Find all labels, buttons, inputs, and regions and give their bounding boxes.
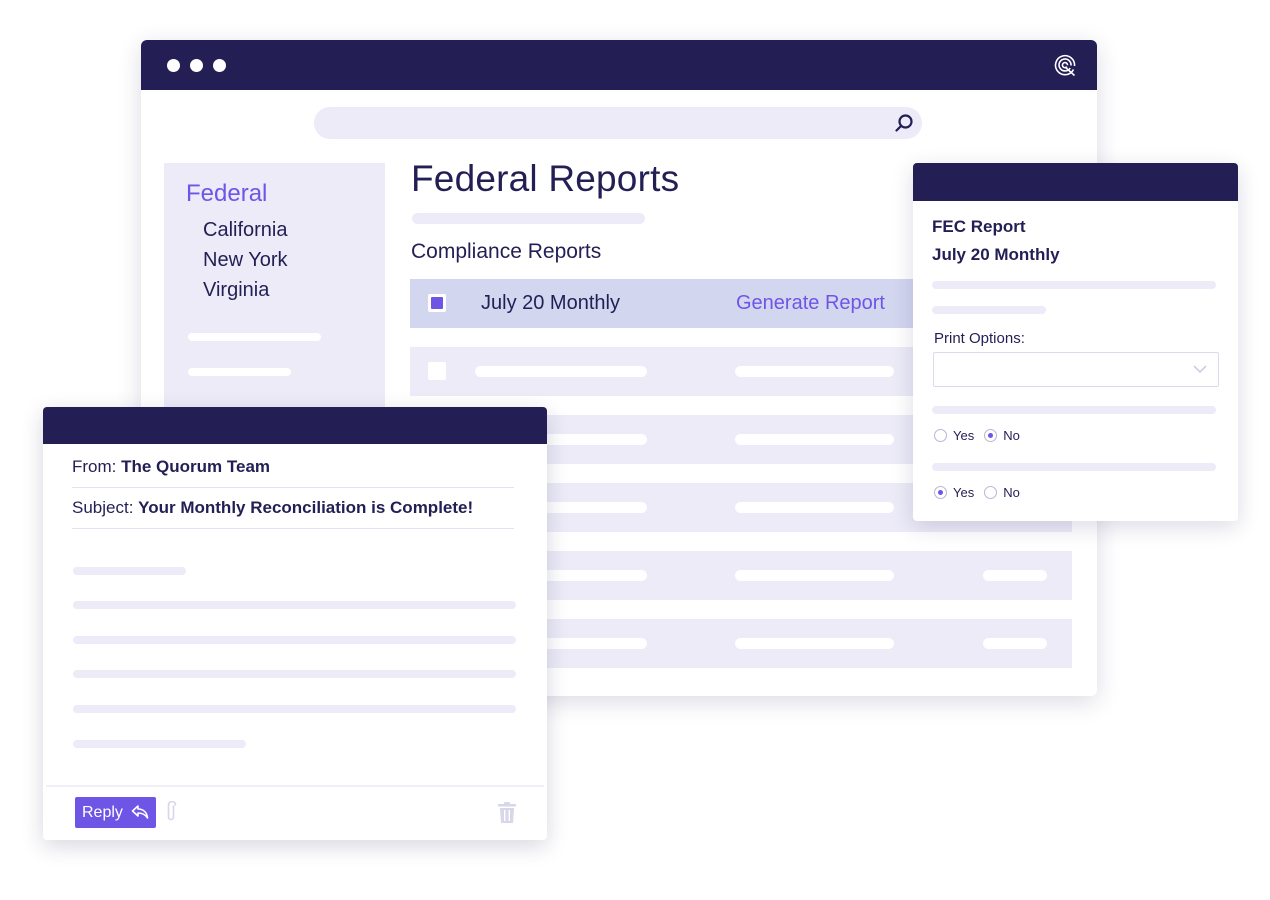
fec-report-title: FEC Report xyxy=(932,217,1026,236)
email-body-line xyxy=(73,705,516,713)
row-placeholder-line xyxy=(983,570,1047,581)
reply-arrow-icon xyxy=(131,805,149,819)
subject-value: Your Monthly Reconciliation is Complete! xyxy=(138,498,474,517)
row-placeholder-line xyxy=(735,366,894,377)
print-options-select[interactable] xyxy=(933,352,1219,387)
fec-report-subtitle: July 20 Monthly xyxy=(932,245,1060,264)
email-body-line xyxy=(73,601,516,609)
row-checkbox[interactable] xyxy=(428,362,446,380)
sidebar-placeholder-line xyxy=(188,333,321,341)
subject-label: Subject: xyxy=(72,498,139,517)
email-body-line xyxy=(73,567,186,575)
radio-group-2: Yes No xyxy=(934,485,1030,500)
row-placeholder-line xyxy=(735,570,894,581)
email-body-line xyxy=(73,740,246,748)
search-bar[interactable] xyxy=(314,107,922,139)
row-report-name: July 20 Monthly xyxy=(481,292,620,314)
reply-label: Reply xyxy=(82,803,123,821)
window-dot-2[interactable] xyxy=(190,59,203,72)
row-checkbox[interactable] xyxy=(428,294,446,312)
divider xyxy=(72,487,514,488)
row-placeholder-line xyxy=(735,434,894,445)
radio-no[interactable] xyxy=(984,429,998,442)
sidebar-item-federal[interactable]: Federal xyxy=(186,180,267,208)
panel-placeholder-line xyxy=(932,406,1216,414)
reply-button[interactable]: Reply xyxy=(75,797,156,828)
paperclip-icon[interactable] xyxy=(164,801,178,823)
radio-no-label: No xyxy=(1003,485,1020,500)
panel-placeholder-line xyxy=(932,281,1216,289)
sidebar-placeholder-line xyxy=(188,368,291,376)
email-subject-line: Subject: Your Monthly Reconciliation is … xyxy=(72,498,473,518)
page-title: Federal Reports xyxy=(411,158,680,199)
email-panel: From: The Quorum Team Subject: Your Mont… xyxy=(43,407,547,840)
print-options-label: Print Options: xyxy=(934,330,1025,347)
row-placeholder-line xyxy=(735,638,894,649)
sidebar-item-california[interactable]: California xyxy=(203,219,287,242)
panel-placeholder-line xyxy=(932,306,1046,314)
footer-divider xyxy=(46,785,544,787)
radio-no-label: No xyxy=(1003,428,1020,443)
radio-yes[interactable] xyxy=(934,429,947,442)
radio-no[interactable] xyxy=(984,486,998,499)
radio-yes[interactable] xyxy=(934,486,947,499)
sidebar-item-virginia[interactable]: Virginia xyxy=(203,279,269,302)
radio-yes-label: Yes xyxy=(953,485,975,500)
panel-placeholder-line xyxy=(932,463,1216,471)
from-label: From: xyxy=(72,457,122,476)
window-dot-1[interactable] xyxy=(167,59,180,72)
subtitle-placeholder-line xyxy=(412,213,645,224)
from-value: The Quorum Team xyxy=(121,457,271,476)
email-body-line xyxy=(73,670,516,678)
radio-yes-label: Yes xyxy=(953,428,975,443)
row-placeholder-line xyxy=(475,366,647,377)
panel-header xyxy=(43,407,547,444)
section-title: Compliance Reports xyxy=(411,240,602,263)
row-placeholder-line xyxy=(983,638,1047,649)
panel-header xyxy=(913,163,1238,201)
divider xyxy=(72,528,514,529)
email-from-line: From: The Quorum Team xyxy=(72,457,270,477)
window-titlebar xyxy=(141,40,1097,90)
search-icon[interactable] xyxy=(894,113,914,133)
fec-report-panel: FEC Report July 20 Monthly Print Options… xyxy=(913,163,1238,521)
trash-icon[interactable] xyxy=(498,802,516,823)
row-placeholder-line xyxy=(735,502,894,513)
email-body-line xyxy=(73,636,516,644)
quorum-logo-icon xyxy=(1054,54,1076,77)
generate-report-link[interactable]: Generate Report xyxy=(736,292,885,315)
sidebar-item-new-york[interactable]: New York xyxy=(203,249,288,272)
radio-group-1: Yes No xyxy=(934,428,1030,443)
checkbox-checked-mark xyxy=(431,297,443,309)
chevron-down-icon xyxy=(1193,365,1207,374)
window-dot-3[interactable] xyxy=(213,59,226,72)
